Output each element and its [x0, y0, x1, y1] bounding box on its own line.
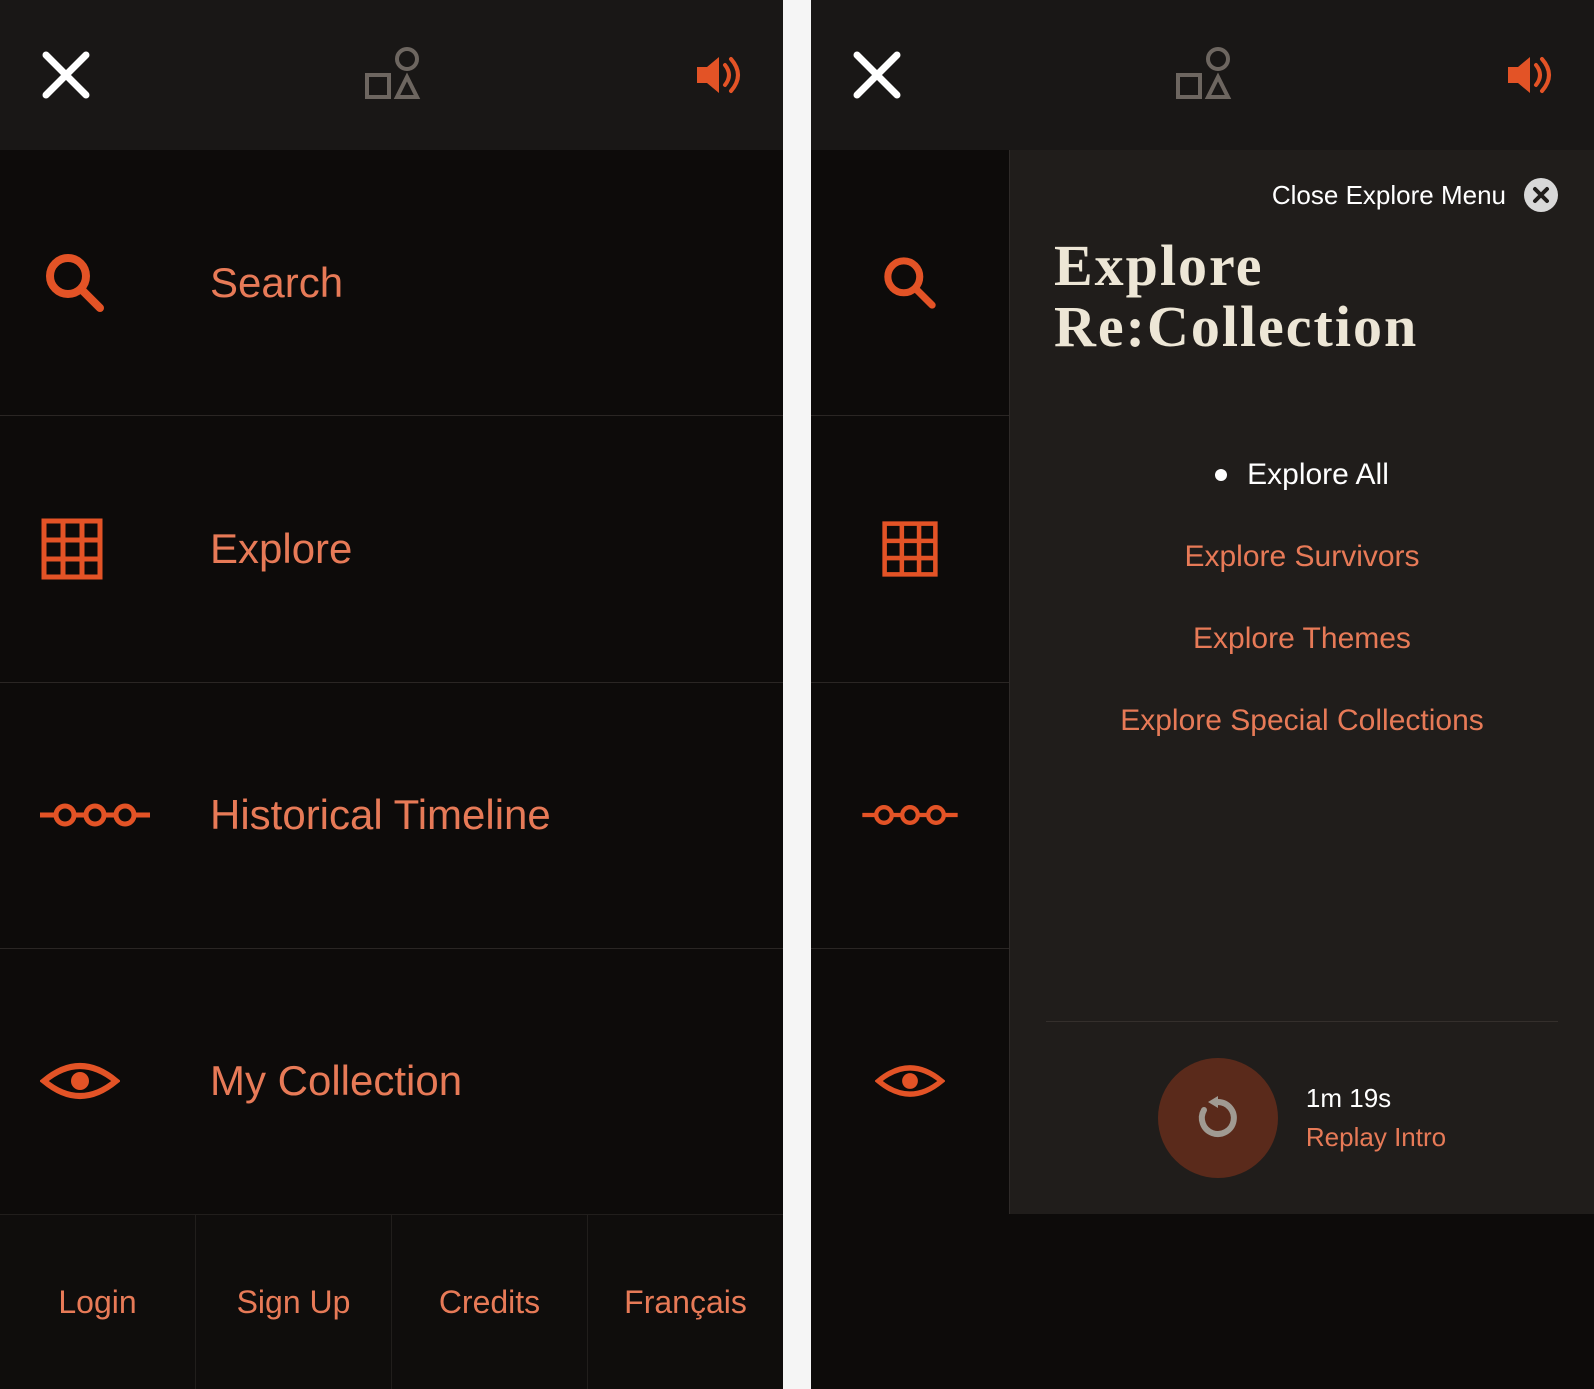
close-explore-menu[interactable]: Close Explore Menu: [1046, 178, 1558, 212]
replay-label[interactable]: Replay Intro: [1306, 1122, 1446, 1153]
footer-credits[interactable]: Credits: [392, 1215, 588, 1389]
explore-link-all[interactable]: Explore All: [1215, 458, 1389, 492]
replay-button[interactable]: [1158, 1058, 1278, 1178]
close-icon[interactable]: [40, 49, 92, 101]
explore-links: Explore All Explore Survivors Explore Th…: [1046, 458, 1558, 738]
eye-icon: [40, 1057, 210, 1105]
main-menu: Search Explore Historical Timeline My Co…: [0, 150, 783, 1214]
menu-item-search[interactable]: Search: [0, 150, 783, 416]
link-label: Explore All: [1247, 458, 1389, 492]
menu-item-explore[interactable]: Explore: [0, 416, 783, 682]
footer-signup[interactable]: Sign Up: [196, 1215, 392, 1389]
link-label: Explore Themes: [1193, 622, 1411, 656]
collapsed-menu-icons: [811, 150, 1009, 1214]
footer-nav: Login Sign Up Credits Français: [0, 1214, 783, 1389]
menu-item-search[interactable]: [811, 150, 1009, 416]
menu-item-my-collection[interactable]: [811, 949, 1009, 1214]
topbar: [811, 0, 1594, 150]
active-bullet-icon: [1215, 469, 1227, 481]
grid-icon: [40, 517, 210, 581]
title-line: Re:Collection: [1054, 297, 1558, 358]
menu-item-label: Search: [210, 259, 343, 307]
topbar: [0, 0, 783, 150]
footer-login[interactable]: Login: [0, 1215, 196, 1389]
title-line: Explore: [1054, 236, 1558, 297]
footer-label: Sign Up: [237, 1284, 351, 1321]
menu-screen-explore-open: Close Explore Menu Explore Re:Collection…: [811, 0, 1594, 1389]
menu-item-label: Historical Timeline: [210, 791, 551, 839]
explore-link-special-collections[interactable]: Explore Special Collections: [1120, 704, 1484, 738]
replay-icon: [1194, 1094, 1242, 1142]
menu-item-explore[interactable]: [811, 416, 1009, 682]
search-icon: [40, 248, 210, 318]
close-icon[interactable]: [851, 49, 903, 101]
menu-screen-closed: Search Explore Historical Timeline My Co…: [0, 0, 783, 1389]
explore-link-survivors[interactable]: Explore Survivors: [1184, 540, 1419, 574]
menu-item-my-collection[interactable]: My Collection: [0, 949, 783, 1214]
sound-icon[interactable]: [1504, 53, 1554, 97]
footer-label: Français: [624, 1284, 747, 1321]
shapes-logo-icon[interactable]: [361, 47, 425, 103]
explore-panel: Close Explore Menu Explore Re:Collection…: [1009, 150, 1594, 1214]
footer-language[interactable]: Français: [588, 1215, 783, 1389]
shapes-logo-icon[interactable]: [1172, 47, 1236, 103]
sound-icon[interactable]: [693, 53, 743, 97]
footer-label: Login: [58, 1284, 136, 1321]
menu-item-timeline[interactable]: [811, 683, 1009, 949]
link-label: Explore Survivors: [1184, 540, 1419, 574]
explore-panel-title: Explore Re:Collection: [1054, 236, 1558, 358]
timeline-icon: [40, 800, 210, 830]
explore-link-themes[interactable]: Explore Themes: [1193, 622, 1411, 656]
replay-text: 1m 19s Replay Intro: [1306, 1083, 1446, 1153]
close-explore-label: Close Explore Menu: [1272, 180, 1506, 211]
replay-intro-row: 1m 19s Replay Intro: [1046, 1021, 1558, 1214]
replay-duration: 1m 19s: [1306, 1083, 1446, 1114]
link-label: Explore Special Collections: [1120, 704, 1484, 738]
close-circle-icon: [1524, 178, 1558, 212]
menu-item-label: Explore: [210, 525, 352, 573]
footer-label: Credits: [439, 1284, 540, 1321]
menu-item-label: My Collection: [210, 1057, 462, 1105]
menu-item-timeline[interactable]: Historical Timeline: [0, 683, 783, 949]
